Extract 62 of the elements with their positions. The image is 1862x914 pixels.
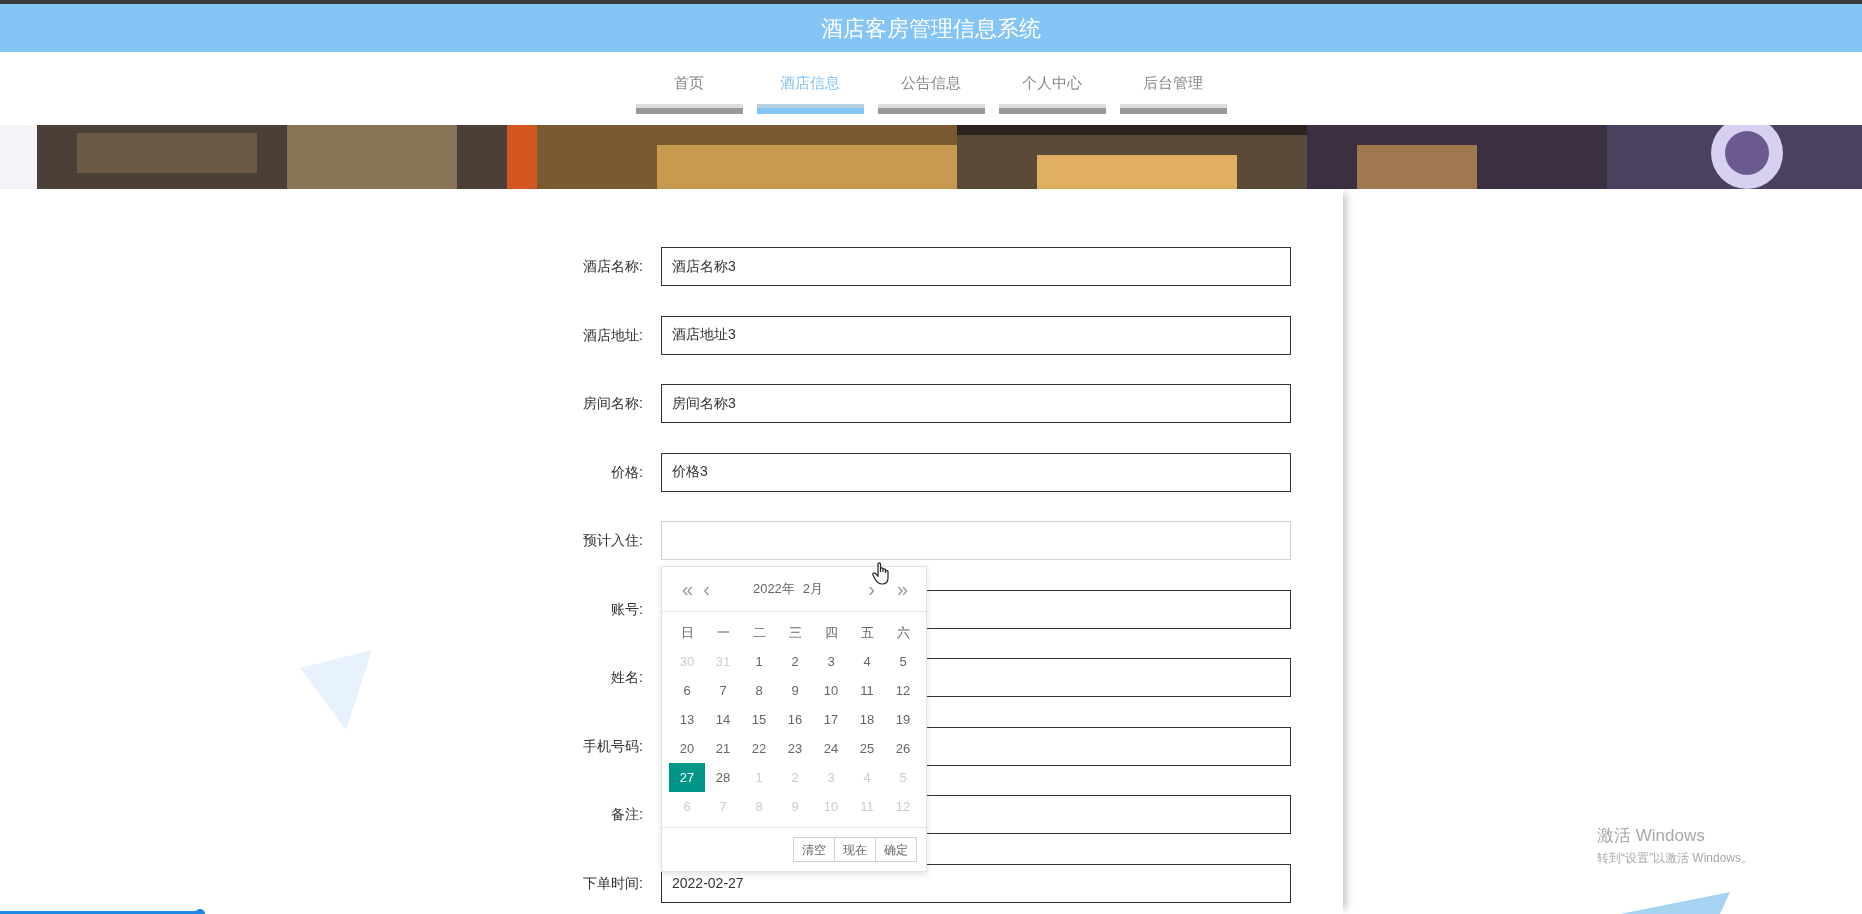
day-cell[interactable]: 7 [705, 676, 741, 705]
weekday-label: 日 [679, 623, 695, 642]
input-field[interactable]: 价格3 [661, 452, 1291, 492]
field-label: 预计入住: [582, 531, 643, 550]
activation-title: 激活 Windows [1597, 825, 1706, 847]
weekday-label: 二 [751, 623, 767, 642]
day-cell[interactable]: 5 [885, 647, 921, 676]
day-cell[interactable]: 27 [669, 763, 705, 792]
day-cell[interactable]: 2 [777, 647, 813, 676]
day-cell[interactable]: 3 [813, 647, 849, 676]
input-field[interactable]: 房间名称3 [661, 384, 1291, 423]
day-cell[interactable]: 16 [777, 705, 813, 734]
field-label: 账号: [610, 599, 643, 619]
year-label[interactable]: 2022年 [752, 579, 795, 599]
day-cell[interactable]: 8 [741, 676, 777, 705]
day-cell[interactable]: 1 [741, 647, 777, 676]
day-cell[interactable]: 26 [885, 734, 921, 763]
day-cell[interactable]: 15 [741, 705, 777, 734]
input-field[interactable]: 酒店名称3 [661, 247, 1291, 286]
day-cell[interactable]: 23 [777, 734, 813, 763]
nav-tab[interactable]: 公告信息 [877, 72, 985, 125]
weekday-label: 三 [787, 623, 803, 642]
previous-month-button[interactable]: ‹ [699, 579, 714, 599]
day-cell[interactable]: 10 [813, 676, 849, 705]
day-cell[interactable]: 13 [669, 705, 705, 734]
day-cell[interactable]: 6 [669, 676, 705, 705]
day-cell[interactable]: 11 [849, 676, 885, 705]
day-cell[interactable]: 25 [849, 734, 885, 763]
field-label: 备注: [610, 805, 643, 824]
weekday-label: 五 [859, 623, 875, 642]
day-cell[interactable]: 22 [741, 734, 777, 763]
field-label: 酒店名称: [582, 257, 643, 276]
picker-button[interactable]: 确定 [875, 837, 917, 862]
weekday-label: 一 [715, 623, 731, 642]
day-cell[interactable]: 14 [705, 705, 741, 734]
day-cell[interactable]: 12 [885, 676, 921, 705]
day-cell[interactable]: 18 [849, 705, 885, 734]
day-cell[interactable]: 17 [813, 705, 849, 734]
input-field[interactable]: 酒店地址3 [661, 315, 1291, 355]
day-cell[interactable]: 24 [813, 734, 849, 763]
day-cell[interactable]: 21 [705, 734, 741, 763]
field-label: 手机号码: [582, 736, 643, 756]
field-label: 价格: [610, 462, 643, 482]
field-label: 下单时间: [582, 873, 643, 893]
weekday-label: 四 [823, 623, 839, 642]
day-cell[interactable]: 19 [885, 705, 921, 734]
weekday-label: 六 [895, 623, 911, 642]
day-cell[interactable]: 20 [669, 734, 705, 763]
day-cell[interactable]: 9 [777, 676, 813, 705]
field-label: 房间名称: [582, 394, 643, 413]
site-title: 酒店客房管理信息系统 [821, 14, 1041, 43]
picker-button[interactable]: 现在 [834, 837, 876, 862]
month-label[interactable]: 2月 [802, 579, 824, 599]
picker-button[interactable]: 清空 [793, 837, 835, 862]
nav-tab[interactable]: 首页 [635, 72, 743, 125]
day-cell[interactable]: 4 [849, 647, 885, 676]
field-label: 酒店地址: [582, 325, 643, 345]
nav-tab[interactable]: 后台管理 [1119, 72, 1227, 125]
field-label: 姓名: [610, 668, 643, 687]
activation-message: 转到“设置”以激活 Windows。 [1597, 849, 1753, 867]
nav-tab[interactable]: 个人中心 [998, 72, 1106, 125]
day-cell[interactable]: 28 [705, 763, 741, 792]
